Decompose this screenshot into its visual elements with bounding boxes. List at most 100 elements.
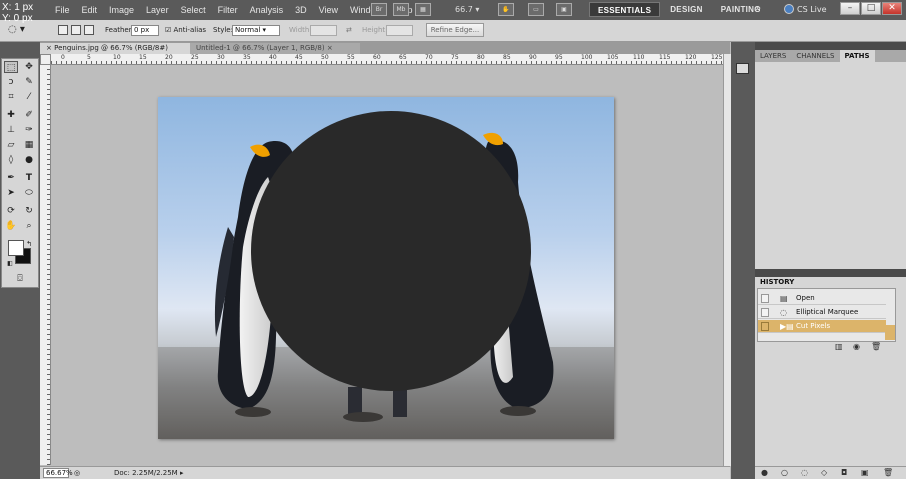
history-source-checkbox[interactable] (761, 294, 769, 303)
tab-history[interactable]: HISTORY (757, 277, 795, 288)
snapshot-icon[interactable]: ◉ (853, 342, 860, 351)
tab-channels[interactable]: CHANNELS (791, 50, 839, 62)
history-source-checkbox[interactable] (761, 308, 769, 317)
menu-filter[interactable]: Filter (218, 5, 238, 15)
height-input[interactable] (386, 25, 413, 36)
new-selection-icon[interactable] (58, 25, 68, 35)
swap-colors-icon[interactable]: ↰ (22, 238, 36, 250)
menu-view[interactable]: View (319, 5, 338, 15)
pen-tool-icon[interactable]: ✒ (4, 172, 18, 184)
status-zoom-input[interactable]: 66.67% (43, 468, 73, 478)
move-tool-icon[interactable]: ✥ (22, 61, 36, 73)
history-footer: ▥ ◉ 🗑 (757, 342, 896, 354)
tab-penguins[interactable]: × Penguins.jpg @ 66.7% (RGB/8#) (40, 43, 190, 54)
minimize-button[interactable]: – (840, 2, 860, 15)
ruler-tick-label: 100 (581, 54, 593, 61)
ruler-tick-label: 50 (321, 54, 329, 61)
history-item-open[interactable]: ▤ Open (758, 292, 886, 305)
hand-tool-icon[interactable]: ✋ (4, 220, 18, 232)
fill-path-icon[interactable]: ● (761, 468, 768, 477)
cut-selection-hole (251, 111, 531, 391)
new-document-icon[interactable]: ▥ (835, 342, 843, 351)
close-button[interactable]: ✕ (882, 2, 902, 15)
tab-untitled[interactable]: Untitled-1 @ 66.7% (Layer 1, RGB/8) × (190, 43, 360, 54)
marquee-preset-icon[interactable]: ◌ ▾ (8, 24, 25, 35)
history-source-checkbox[interactable] (761, 322, 769, 331)
marquee-tool-icon[interactable]: ⬚ (4, 61, 18, 73)
cs-live-button[interactable]: CS Live (784, 4, 827, 14)
refine-edge-button[interactable]: Refine Edge... (426, 23, 484, 37)
delete-path-icon[interactable]: 🗑 (883, 468, 893, 477)
tab-paths[interactable]: PATHS (839, 50, 875, 62)
swap-icon[interactable]: ⇄ (346, 26, 352, 34)
make-work-path-icon[interactable]: ◇ (821, 468, 827, 477)
screen-mode-icon[interactable]: ▣ (556, 3, 572, 16)
quick-select-tool-icon[interactable]: ✎ (22, 76, 36, 88)
workspace-switcher: ESSENTIALS DESIGN PAINTING (589, 2, 769, 17)
healing-tool-icon[interactable]: ✚ (4, 109, 18, 121)
load-selection-icon[interactable]: ◌ (801, 468, 808, 477)
width-input[interactable] (310, 25, 337, 36)
subtract-selection-icon[interactable] (84, 25, 94, 35)
history-brush-tool-icon[interactable]: ✑ (22, 124, 36, 136)
mini-bridge-icon[interactable]: Mb (393, 3, 409, 16)
menu-layer[interactable]: Layer (146, 5, 169, 15)
menu-image[interactable]: Image (109, 5, 134, 15)
feather-input[interactable]: 0 px (131, 25, 159, 36)
vertical-ruler[interactable] (40, 65, 51, 465)
default-colors-icon[interactable]: ◧ (3, 258, 17, 270)
bridge-icon[interactable]: Br (371, 3, 387, 16)
path-select-tool-icon[interactable]: ➤ (4, 187, 18, 199)
crop-tool-icon[interactable]: ⌗ (4, 91, 18, 103)
maximize-button[interactable]: □ (861, 2, 881, 15)
lasso-tool-icon[interactable]: ↄ (4, 76, 18, 88)
add-selection-icon[interactable] (71, 25, 81, 35)
eraser-tool-icon[interactable]: ▱ (4, 139, 18, 151)
ruler-tick-label: 120 (685, 54, 697, 61)
3d-rotate-tool-icon[interactable]: ⟳ (4, 205, 18, 217)
panel-group-header[interactable] (755, 42, 906, 50)
blur-tool-icon[interactable]: ◊ (4, 154, 18, 166)
menu-edit[interactable]: Edit (82, 5, 98, 15)
document-size-info[interactable]: Doc: 2.25M/2.25M ▸ (114, 467, 183, 479)
history-item-elliptical-marquee[interactable]: ◌ Elliptical Marquee (758, 306, 886, 319)
dodge-tool-icon[interactable]: ● (22, 154, 36, 166)
menu-file[interactable]: File (55, 5, 70, 15)
tab-close-icon[interactable]: × (46, 44, 52, 52)
eyedropper-tool-icon[interactable]: ⁄ (22, 91, 36, 103)
navigator-dock-icon[interactable] (736, 63, 749, 74)
type-tool-icon[interactable]: T (22, 172, 36, 184)
new-path-icon[interactable]: ▣ (861, 468, 869, 477)
3d-orbit-tool-icon[interactable]: ↻ (22, 205, 36, 217)
hand-view-icon[interactable]: ✋ (498, 3, 514, 16)
gradient-tool-icon[interactable]: ▦ (22, 139, 36, 151)
history-item-cut-pixels[interactable]: ▶▤ Cut Pixels (758, 320, 886, 333)
tab-close-icon[interactable]: × (327, 44, 333, 52)
tab-layers[interactable]: LAYERS (755, 50, 791, 62)
arrange-documents-icon[interactable]: ▭ (528, 3, 544, 16)
ruler-origin[interactable] (40, 54, 51, 65)
delete-state-icon[interactable]: 🗑 (871, 342, 881, 351)
status-icon[interactable]: ◎ (74, 467, 80, 479)
more-workspaces-icon[interactable]: » (755, 3, 761, 14)
history-panel-header[interactable] (755, 269, 906, 277)
workspace-essentials[interactable]: ESSENTIALS (589, 2, 661, 17)
status-menu-icon[interactable]: ▸ (180, 469, 184, 477)
vertical-scrollbar[interactable] (723, 54, 731, 466)
brush-tool-icon[interactable]: ✐ (22, 109, 36, 121)
history-item-label: Open (796, 294, 815, 302)
antialias-checkbox[interactable]: ☑ Anti-alias (165, 26, 206, 34)
menu-3d[interactable]: 3D (295, 5, 307, 15)
zoom-level-select[interactable]: 66.7 ▾ (455, 5, 479, 14)
view-extras-icon[interactable]: ▦ (415, 3, 431, 16)
add-mask-icon[interactable]: ◘ (841, 468, 847, 477)
menu-analysis[interactable]: Analysis (250, 5, 284, 15)
shape-tool-icon[interactable]: ⬭ (22, 187, 36, 199)
menu-select[interactable]: Select (181, 5, 206, 15)
zoom-tool-icon[interactable]: ⌕ (22, 220, 36, 232)
workspace-design[interactable]: DESIGN (662, 2, 710, 17)
stroke-path-icon[interactable]: ○ (781, 468, 788, 477)
style-select[interactable]: Normal ▾ (232, 25, 280, 36)
stamp-tool-icon[interactable]: ⊥ (4, 124, 18, 136)
quick-mask-icon[interactable]: ⌼ (13, 273, 27, 285)
